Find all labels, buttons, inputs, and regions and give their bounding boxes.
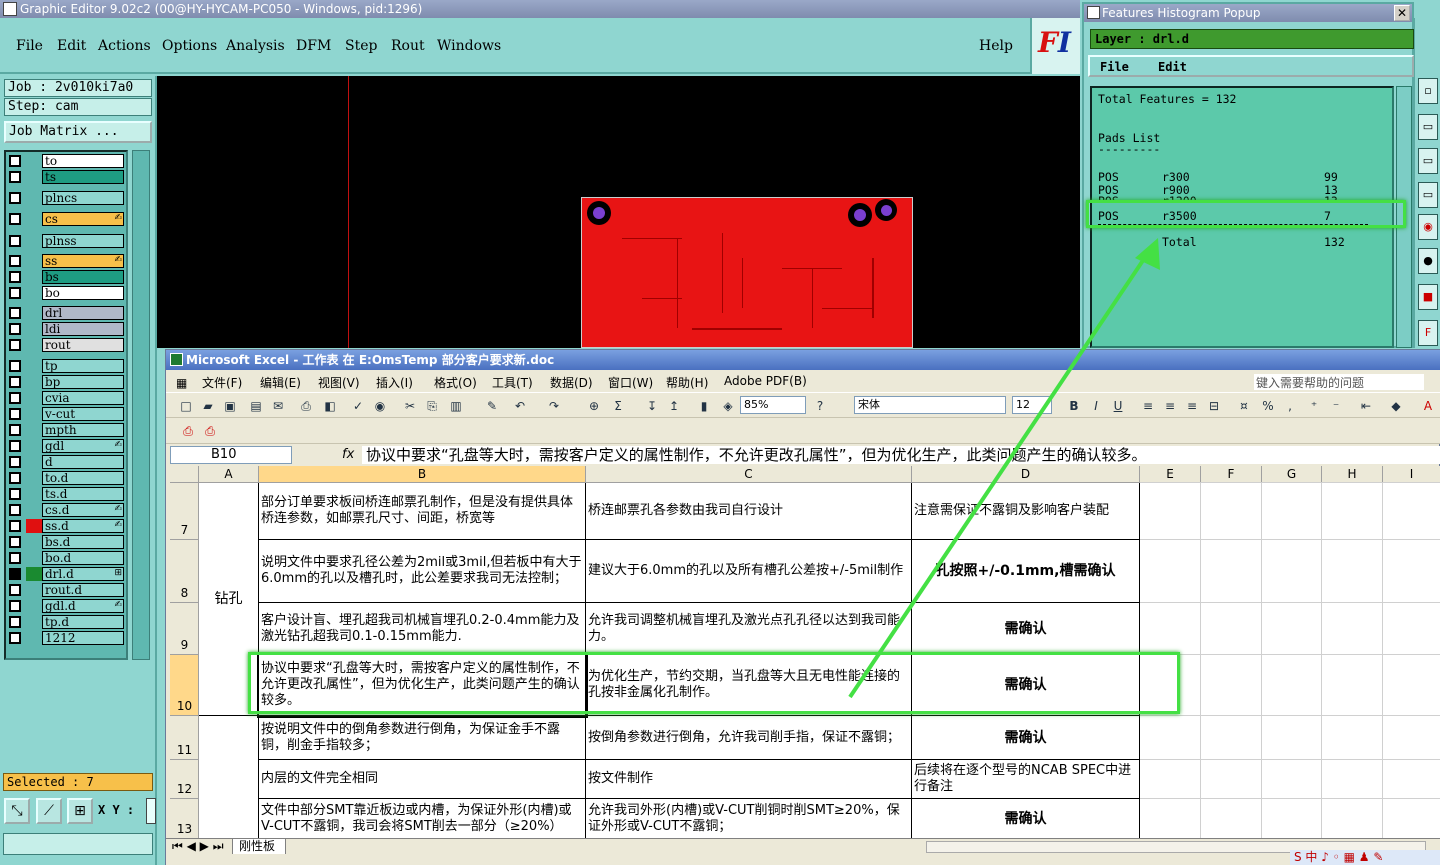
annotation-arrow [848,238,1160,699]
